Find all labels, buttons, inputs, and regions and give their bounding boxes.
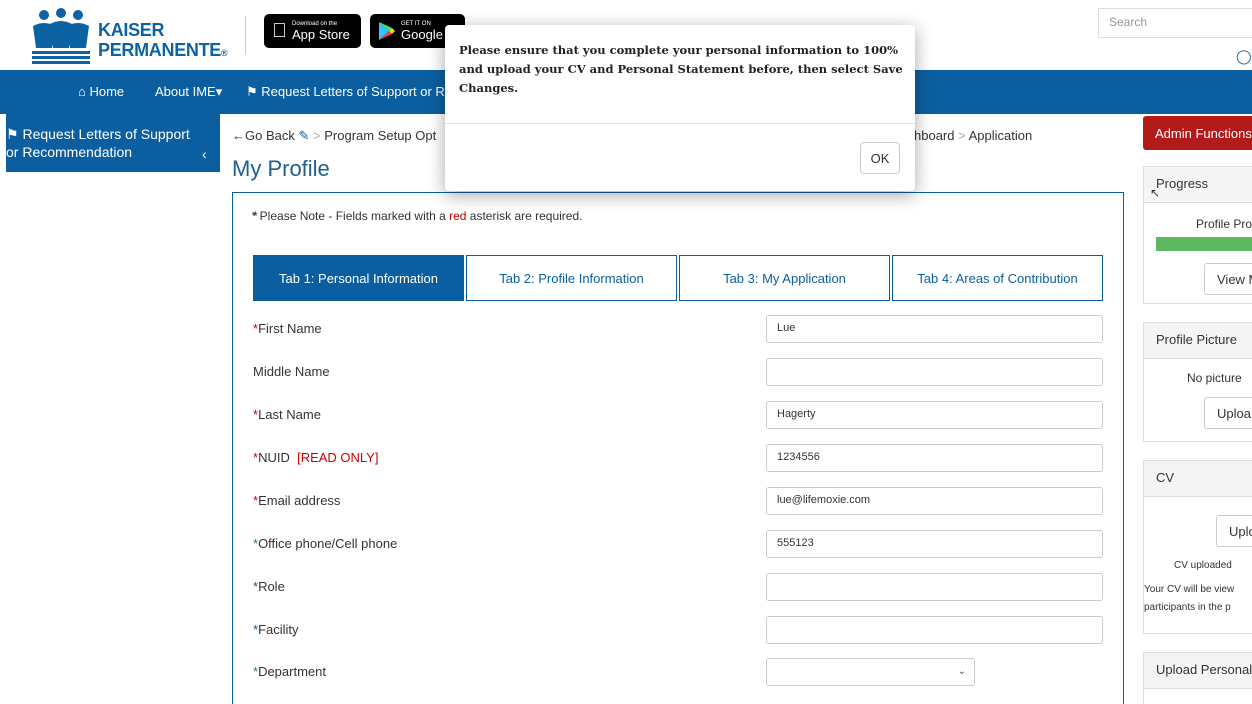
mouse-cursor-icon: ↖ [1150,186,1161,200]
alert-message: Please ensure that you complete your per… [459,43,903,95]
alert-dialog: Please ensure that you complete your per… [445,25,915,191]
ok-button[interactable]: OK [860,142,900,174]
modal-divider [445,123,915,124]
